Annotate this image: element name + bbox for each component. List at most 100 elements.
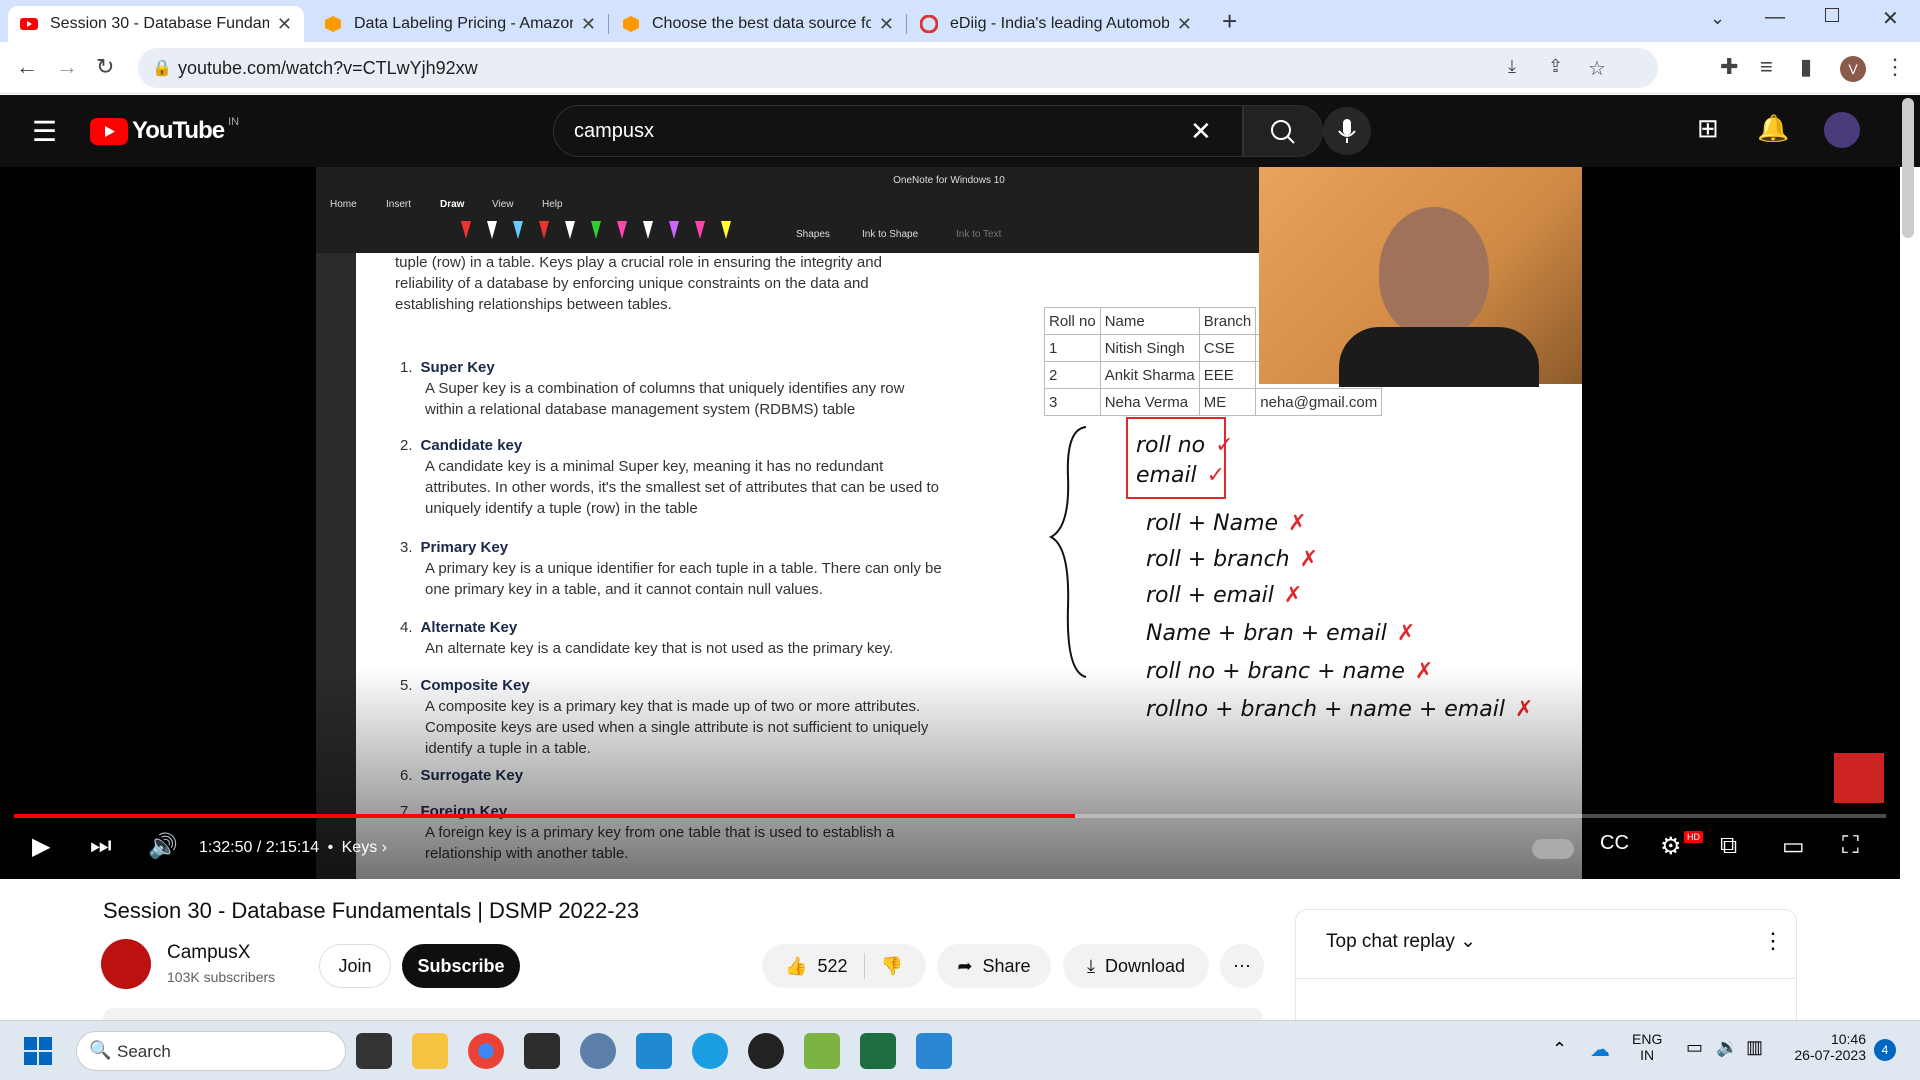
more-actions-button[interactable]: ⋯ [1220, 944, 1264, 988]
key-description: A candidate key is a minimal Super key, … [425, 458, 884, 475]
network-icon[interactable]: ▭ [1686, 1037, 1703, 1058]
video-player[interactable]: OneNote for Windows 10 Home Insert Draw … [0, 167, 1900, 879]
chrome-app-icon[interactable] [468, 1033, 504, 1069]
key-description: A Super key is a combination of columns … [425, 380, 905, 397]
check-mark-icon: ✓ [1206, 463, 1226, 488]
volume-icon[interactable]: 🔊 [148, 832, 178, 861]
thumbs-down-icon[interactable]: 👎 [881, 956, 903, 977]
account-avatar[interactable] [1824, 112, 1860, 148]
hamburger-menu-icon[interactable]: ☰ [32, 115, 57, 148]
back-icon[interactable]: ← [16, 54, 38, 80]
page-scrollbar[interactable] [1902, 98, 1914, 238]
channel-watermark[interactable] [1834, 753, 1884, 803]
search-icon: 🔍 [89, 1040, 112, 1060]
taskbar-search[interactable]: 🔍 Search [76, 1031, 346, 1071]
handwritten-line: roll + email ✗ [1146, 583, 1302, 608]
install-icon[interactable]: ⤓ [1508, 56, 1516, 77]
settings-app-icon[interactable] [580, 1033, 616, 1069]
file-explorer-icon[interactable] [412, 1033, 448, 1069]
close-window-icon[interactable]: ✕ [1882, 6, 1899, 31]
thumbs-up-icon[interactable]: 👍 [785, 956, 807, 977]
excel-icon[interactable] [860, 1033, 896, 1069]
minimize-icon[interactable]: — [1765, 6, 1785, 29]
address-bar[interactable]: 🔒 youtube.com/watch?v=CTLwYjh92xw ☆ ⇪ ⤓ [138, 48, 1658, 88]
handwritten-line: roll + Name ✗ [1146, 511, 1307, 536]
chat-menu-icon[interactable]: ⋮ [1762, 928, 1784, 954]
language-indicator[interactable]: ENG IN [1632, 1031, 1662, 1063]
share-icon[interactable]: ⇪ [1548, 56, 1563, 77]
tray-chevron-icon[interactable]: ⌃ [1552, 1039, 1567, 1060]
tab-search-chevron-icon[interactable]: ⌄ [1710, 8, 1725, 29]
close-tab-icon[interactable]: ✕ [1177, 14, 1192, 35]
search-input[interactable]: campusx ✕ [553, 105, 1243, 157]
autoplay-toggle[interactable] [1532, 839, 1574, 859]
edge-icon[interactable] [692, 1033, 728, 1069]
play-icon[interactable]: ▶ [32, 832, 50, 861]
search-button[interactable] [1243, 105, 1323, 157]
key-name: Primary Key [420, 539, 509, 556]
battery-icon[interactable]: ▥ [1746, 1037, 1763, 1058]
join-button[interactable]: Join [319, 944, 391, 988]
close-tab-icon[interactable]: ✕ [581, 14, 596, 35]
chat-mode-label: Top chat replay [1326, 931, 1455, 952]
onenote-menu-draw: Draw [440, 199, 465, 210]
create-video-icon[interactable]: ⊞ [1697, 113, 1719, 144]
tab-separator [608, 14, 609, 34]
tab-youtube[interactable]: Session 30 - Database Fundamen ✕ [8, 6, 304, 42]
next-icon[interactable]: ⏭ [90, 832, 112, 860]
reload-icon[interactable]: ↻ [96, 54, 114, 80]
taskbar-search-placeholder: Search [117, 1042, 171, 1061]
clear-search-icon[interactable]: ✕ [1190, 116, 1212, 147]
extensions-icon[interactable]: ✚ [1720, 54, 1738, 80]
close-tab-icon[interactable]: ✕ [277, 14, 292, 35]
cross-mark-icon: ✗ [1299, 547, 1319, 572]
settings-gear-icon[interactable]: ⚙ [1660, 832, 1682, 861]
progress-bar[interactable] [14, 814, 1886, 818]
share-button[interactable]: ➦ Share [937, 944, 1051, 988]
notifications-bell-icon[interactable]: 🔔 [1757, 113, 1789, 144]
notification-badge[interactable]: 4 [1874, 1039, 1896, 1061]
subscribe-button[interactable]: Subscribe [402, 944, 520, 988]
media-player-icon[interactable] [748, 1033, 784, 1069]
download-button[interactable]: ⤓ Download [1063, 944, 1209, 988]
vscode-icon[interactable] [636, 1033, 672, 1069]
voice-search-button[interactable] [1323, 107, 1371, 155]
onedrive-icon[interactable]: ☁ [1590, 1037, 1610, 1062]
tab-data-source[interactable]: Choose the best data source for ✕ [610, 6, 906, 42]
media-control-icon[interactable]: ≡ [1760, 54, 1773, 80]
table-cell: Ankit Sharma [1099, 361, 1200, 389]
chevron-right-icon: › [381, 839, 387, 856]
captions-icon[interactable]: CC [1600, 832, 1629, 855]
task-view-icon[interactable] [356, 1033, 392, 1069]
new-tab-icon[interactable]: + [1222, 6, 1237, 37]
youtube-logo[interactable]: YouTube IN [90, 116, 239, 145]
terminal-icon[interactable] [524, 1033, 560, 1069]
bookmark-star-icon[interactable]: ☆ [1588, 56, 1606, 81]
like-count[interactable]: 522 [817, 956, 847, 977]
key-heading: 4. Alternate Key [400, 617, 517, 638]
tab-ediig[interactable]: eDiig - India's leading Automobil ✕ [908, 6, 1204, 42]
close-tab-icon[interactable]: ✕ [879, 14, 894, 35]
clock[interactable]: 10:46 26-07-2023 [1780, 1031, 1866, 1063]
chat-mode-dropdown[interactable]: Top chat replay ⌄ [1326, 930, 1476, 953]
onenote-menu-view: View [492, 199, 514, 210]
profile-avatar[interactable]: V [1840, 56, 1866, 82]
tab-title: Choose the best data source for [652, 15, 871, 32]
tab-amazon[interactable]: Data Labeling Pricing - Amazon S ✕ [312, 6, 608, 42]
table-cell: 2 [1044, 361, 1101, 389]
side-panel-icon[interactable]: ▮ [1800, 54, 1812, 80]
ediig-favicon-icon [919, 14, 939, 34]
theater-mode-icon[interactable]: ▭ [1782, 832, 1805, 861]
chrome-menu-icon[interactable]: ⋮ [1884, 54, 1906, 80]
channel-avatar[interactable] [101, 939, 151, 989]
chapter-label[interactable]: Keys [342, 839, 378, 856]
speaker-icon[interactable]: 🔉 [1716, 1037, 1738, 1058]
channel-name[interactable]: CampusX [167, 942, 250, 964]
photos-app-icon[interactable] [804, 1033, 840, 1069]
paint-app-icon[interactable] [916, 1033, 952, 1069]
fullscreen-icon[interactable]: ⛶ [1842, 832, 1859, 860]
windows-start-icon[interactable] [24, 1037, 52, 1065]
maximize-icon[interactable] [1825, 8, 1839, 22]
miniplayer-icon[interactable]: ⧉ [1720, 832, 1737, 860]
forward-icon[interactable]: → [56, 54, 78, 80]
